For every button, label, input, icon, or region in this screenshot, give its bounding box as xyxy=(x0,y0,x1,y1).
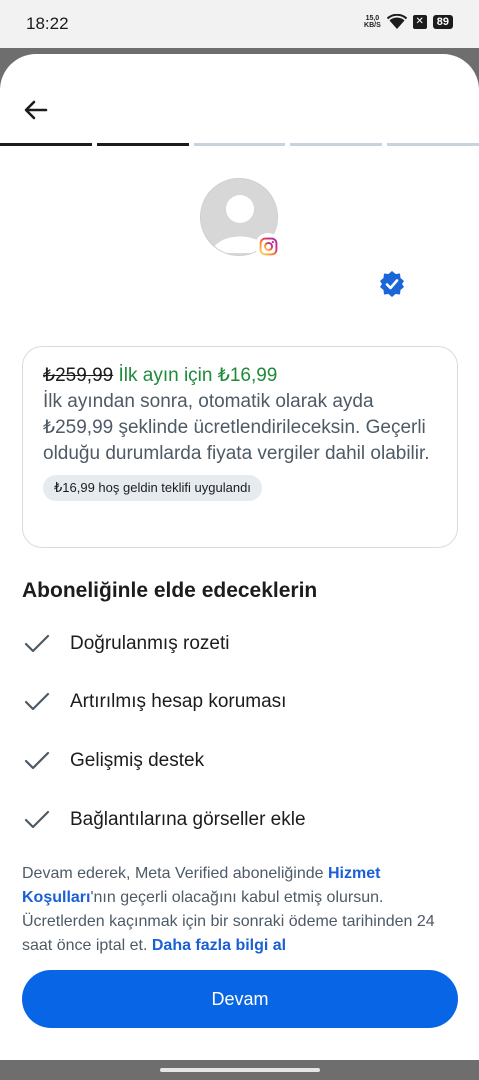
instagram-icon xyxy=(255,233,281,259)
price-line: ₺259,99 İlk ayın için ₺16,99 xyxy=(43,363,437,389)
benefit-label: Doğrulanmış rozeti xyxy=(70,633,230,654)
checkmark-icon xyxy=(24,634,50,653)
benefit-label: Gelişmiş destek xyxy=(70,750,205,771)
status-time: 18:22 xyxy=(26,14,69,33)
network-speed: 15,0 KB/S xyxy=(364,15,381,29)
continue-button[interactable]: Devam xyxy=(22,970,458,1028)
subscription-sheet: ₺259,99 İlk ayın için ₺16,99 İlk ayından… xyxy=(0,54,479,1060)
home-indicator[interactable] xyxy=(160,1068,320,1072)
learn-more-link[interactable]: Daha fazla bilgi al xyxy=(152,937,286,954)
benefit-item: Artırılmış hesap koruması xyxy=(22,687,286,717)
progress-step xyxy=(0,143,92,146)
checkmark-icon xyxy=(24,810,50,829)
first-month-price: İlk ayın için ₺16,99 xyxy=(118,365,278,386)
legal-text: Devam ederek, Meta Verified aboneliğinde… xyxy=(22,862,462,958)
network-speed-unit: KB/S xyxy=(364,22,381,29)
benefit-item: Bağlantılarına görseller ekle xyxy=(22,805,306,835)
progress-step xyxy=(193,143,286,146)
benefit-item: Doğrulanmış rozeti xyxy=(22,629,229,659)
welcome-offer-chip: ₺16,99 hoş geldin teklifi uygulandı xyxy=(43,475,262,501)
status-bar: 18:22 15,0 KB/S ✕ 89 xyxy=(0,0,479,48)
price-card: ₺259,99 İlk ayın için ₺16,99 İlk ayından… xyxy=(22,346,458,548)
price-description: İlk ayından sonra, otomatik olarak ayda … xyxy=(43,391,430,464)
progress-step xyxy=(290,143,383,146)
battery-level: 89 xyxy=(436,16,449,28)
navigation-bar xyxy=(0,1060,479,1080)
battery-icon: 89 xyxy=(432,15,453,29)
wifi-icon xyxy=(386,14,407,29)
benefits-title: Aboneliğinle elde edeceklerin xyxy=(22,579,318,602)
verified-badge-icon xyxy=(380,271,404,297)
network-speed-value: 15,0 xyxy=(365,15,380,22)
legal-text-part: Devam ederek, Meta Verified aboneliğinde xyxy=(22,865,328,882)
benefit-item: Gelişmiş destek xyxy=(22,746,204,776)
checkmark-icon xyxy=(24,751,50,770)
arrow-left-icon[interactable] xyxy=(22,96,50,124)
progress-step xyxy=(96,143,189,146)
benefit-label: Artırılmış hesap koruması xyxy=(70,691,287,712)
benefit-label: Bağlantılarına görseller ekle xyxy=(70,809,306,830)
xbox-icon: ✕ xyxy=(412,15,427,29)
old-price: ₺259,99 xyxy=(43,365,114,386)
status-icons: 15,0 KB/S ✕ 89 xyxy=(364,14,453,30)
checkmark-icon xyxy=(24,692,50,711)
progress-step xyxy=(387,143,479,146)
step-progress xyxy=(0,143,479,146)
